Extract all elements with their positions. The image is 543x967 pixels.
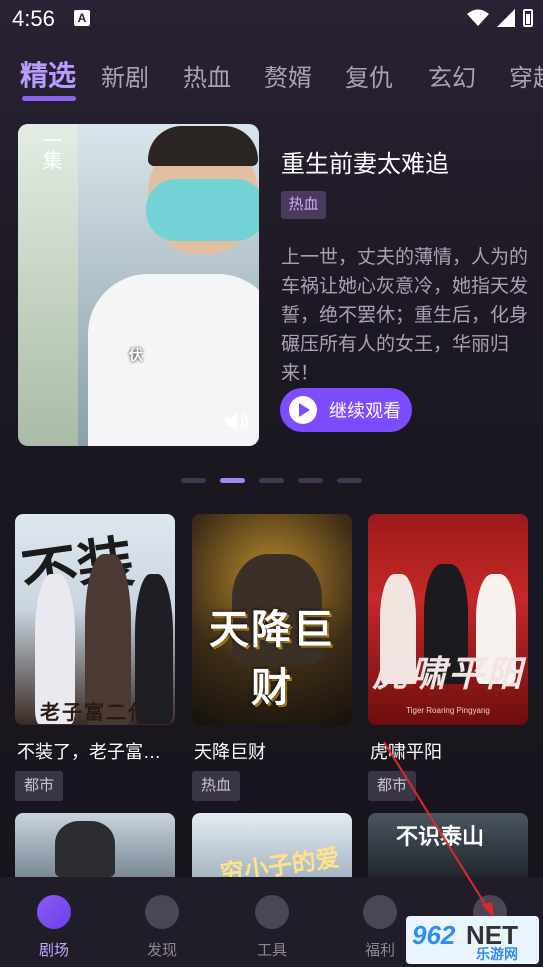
tab-time-travel[interactable]: 穿越: [509, 58, 543, 93]
carousel-dot-active[interactable]: [220, 478, 245, 483]
play-icon: [289, 396, 317, 424]
status-bar: 4:56 A: [0, 0, 543, 36]
nav-label: 剧场: [38, 942, 69, 959]
wifi-icon: [467, 9, 489, 26]
tab-featured[interactable]: 精选: [20, 54, 76, 94]
planet-icon: [145, 895, 179, 929]
nav-tools[interactable]: 工具: [237, 895, 307, 960]
category-tabs: 精选 新剧 热血 赘婿 复仇 玄幻 穿越: [0, 54, 543, 98]
status-time: 4:56: [12, 6, 55, 31]
tab-fantasy[interactable]: 玄幻: [428, 58, 476, 93]
site-watermark-logo: 962 NET 乐游网: [406, 916, 539, 964]
featured-video-thumbnail[interactable]: 一集 伏: [18, 124, 259, 446]
tab-revenge[interactable]: 复仇: [345, 58, 393, 93]
nav-label: 发现: [146, 942, 177, 959]
video-subtitle: 伏: [129, 347, 143, 363]
notification-a-icon: A: [74, 10, 90, 26]
drama-poster-partial[interactable]: [15, 813, 175, 877]
theater-icon: [37, 895, 71, 929]
tab-new[interactable]: 新剧: [101, 58, 149, 93]
episode-mark: 一集: [39, 130, 61, 170]
carousel-dot[interactable]: [298, 478, 323, 483]
featured-description: 上一世，丈夫的薄情，人为的车祸让她心灰意冷，她指天发誓，绝不罢休；重生后，化身碾…: [281, 247, 529, 384]
drama-card[interactable]: 不装 老子富二代 不装了，老子富… 都市: [15, 514, 175, 801]
tab-son-in-law[interactable]: 赘婿: [264, 58, 312, 93]
carousel-indicator: [181, 478, 362, 483]
nav-welfare[interactable]: 福利: [345, 895, 415, 960]
drama-poster-partial[interactable]: 不识泰山: [368, 813, 528, 877]
nav-theater[interactable]: 剧场: [19, 895, 89, 960]
drama-title[interactable]: 天降巨财: [194, 738, 266, 764]
nav-label: 福利: [364, 942, 395, 959]
gift-icon: [363, 895, 397, 929]
drama-genre-tag: 都市: [15, 771, 64, 801]
system-icons: [467, 8, 533, 28]
drama-title[interactable]: 虎啸平阳: [370, 738, 442, 764]
tab-indicator: [22, 96, 76, 101]
signal-icon: [497, 9, 515, 27]
volume-icon[interactable]: [224, 410, 250, 434]
drama-title[interactable]: 不装了，老子富…: [17, 738, 161, 764]
drama-card[interactable]: 天降巨财 天降巨财 热血: [192, 514, 352, 801]
drama-genre-tag: 热血: [192, 771, 241, 801]
drama-poster[interactable]: 虎啸平阳 Tiger Roaring Pingyang: [368, 514, 528, 725]
tool-icon: [255, 895, 289, 929]
featured-genre-tag: 热血: [281, 191, 326, 219]
battery-icon: [523, 9, 533, 27]
continue-watching-button[interactable]: 继续观看: [280, 388, 412, 432]
carousel-dot[interactable]: [337, 478, 362, 483]
nav-label: 工具: [256, 942, 287, 959]
drama-poster[interactable]: 天降巨财: [192, 514, 352, 725]
drama-genre-tag: 都市: [368, 771, 417, 801]
drama-card[interactable]: 虎啸平阳 Tiger Roaring Pingyang 虎啸平阳 都市: [368, 514, 528, 801]
featured-title[interactable]: 重生前妻太难追: [281, 144, 449, 179]
drama-poster[interactable]: 不装 老子富二代: [15, 514, 175, 725]
nav-discover[interactable]: 发现: [127, 895, 197, 960]
tab-hot-blood[interactable]: 热血: [183, 58, 231, 93]
carousel-dot[interactable]: [181, 478, 206, 483]
continue-watching-label: 继续观看: [329, 401, 401, 421]
drama-poster-partial[interactable]: 穷小子的爱情: [192, 813, 352, 877]
carousel-dot[interactable]: [259, 478, 284, 483]
